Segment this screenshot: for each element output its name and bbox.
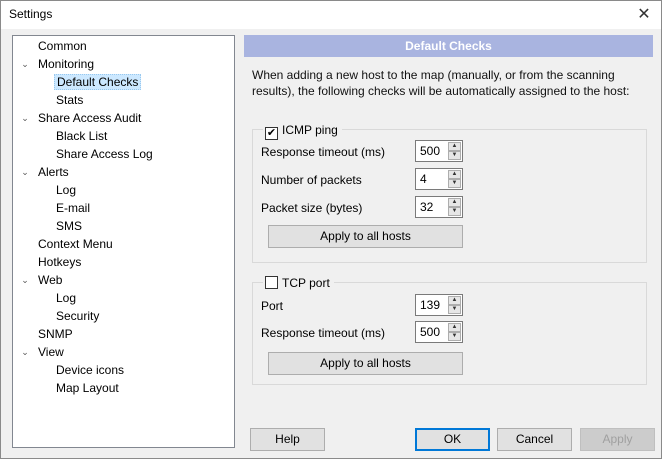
tree-item-label: Black List [56, 129, 108, 143]
icmp-checkbox[interactable]: ✔ [265, 127, 278, 140]
panel-title: Default Checks [244, 35, 653, 57]
tcp-apply-all-button[interactable]: Apply to all hosts [268, 352, 463, 375]
icmp-group: ✔ ICMP ping Response timeout (ms) 500 ▲ ▼… [252, 122, 647, 263]
tcp-response-timeout-label: Response timeout (ms) [261, 326, 386, 340]
chevron-down-icon[interactable]: ⌄ [19, 110, 31, 127]
icmp-packet-size-label: Packet size (bytes) [261, 201, 363, 215]
tree-item-label: View [38, 345, 64, 359]
close-icon[interactable]: ✕ [633, 4, 655, 26]
tree-item-label: Hotkeys [38, 255, 82, 269]
spin-up-icon[interactable]: ▲ [448, 198, 461, 207]
tree-item-black-list[interactable]: Black List [54, 128, 109, 145]
tree-item-map-layout[interactable]: Map Layout [54, 380, 121, 397]
tree-item-alerts-log[interactable]: Log [54, 182, 78, 199]
icmp-apply-all-button[interactable]: Apply to all hosts [268, 225, 463, 248]
title-bar: Settings ✕ [1, 1, 661, 29]
tree-item-label: Web [38, 273, 63, 287]
spin-down-icon[interactable]: ▼ [448, 207, 461, 216]
tree-item-label: Share Access Log [56, 147, 153, 161]
tree-item-sms[interactable]: SMS [54, 218, 84, 235]
tree-item-label: Log [56, 291, 77, 305]
window-title: Settings [9, 7, 53, 21]
spinner-arrows: ▲ ▼ [448, 170, 461, 188]
spin-up-icon[interactable]: ▲ [448, 170, 461, 179]
spin-down-icon[interactable]: ▼ [448, 151, 461, 160]
chevron-down-icon[interactable]: ⌄ [19, 344, 31, 361]
chevron-down-icon[interactable]: ⌄ [19, 56, 31, 73]
tree-item-view[interactable]: ⌄ View [21, 344, 66, 361]
tree-item-label: Security [56, 309, 100, 323]
tree-item-default-checks[interactable]: Default Checks [54, 74, 142, 91]
tree-item-label: Map Layout [56, 381, 119, 395]
icmp-packet-size-stepper[interactable]: 32 ▲ ▼ [415, 196, 463, 218]
spin-down-icon[interactable]: ▼ [448, 332, 461, 341]
spin-down-icon[interactable]: ▼ [448, 305, 461, 314]
spin-up-icon[interactable]: ▲ [448, 323, 461, 332]
tree-item-alerts[interactable]: ⌄ Alerts [21, 164, 71, 181]
tree-item-stats[interactable]: Stats [54, 92, 85, 109]
tree-item-label: Share Access Audit [38, 111, 142, 125]
tree-item-label: E-mail [56, 201, 91, 215]
help-button[interactable]: Help [250, 428, 325, 451]
icmp-packets-stepper[interactable]: 4 ▲ ▼ [415, 168, 463, 190]
tcp-label: TCP port [282, 276, 330, 290]
apply-button[interactable]: Apply [580, 428, 655, 451]
tree-item-label: SNMP [38, 327, 73, 341]
chevron-down-icon[interactable]: ⌄ [19, 164, 31, 181]
tree-item-email[interactable]: E-mail [54, 200, 92, 217]
spinner-arrows: ▲ ▼ [448, 323, 461, 341]
tcp-checkbox[interactable] [265, 276, 278, 289]
tree-item-label: Stats [56, 93, 84, 107]
tree-item-web[interactable]: ⌄ Web [21, 272, 64, 289]
chevron-down-icon[interactable]: ⌄ [19, 272, 31, 289]
settings-window: Settings ✕ Common ⌄ Monitoring Default C… [0, 0, 662, 459]
tree-item-share-access-log[interactable]: Share Access Log [54, 146, 155, 163]
tree-item-label: Monitoring [38, 57, 95, 71]
spinner-arrows: ▲ ▼ [448, 296, 461, 314]
icmp-packets-label: Number of packets [261, 173, 362, 187]
spin-up-icon[interactable]: ▲ [448, 296, 461, 305]
spinner-arrows: ▲ ▼ [448, 198, 461, 216]
icmp-response-timeout-label: Response timeout (ms) [261, 145, 386, 159]
tree-item-label: Context Menu [38, 237, 113, 251]
tree-item-label: Device icons [56, 363, 125, 377]
icmp-packet-size-value[interactable]: 32 [420, 200, 433, 214]
tree-item-label: Log [56, 183, 77, 197]
icmp-packets-value[interactable]: 4 [420, 172, 427, 186]
tree-item-snmp[interactable]: SNMP [36, 326, 75, 343]
panel-description: When adding a new host to the map (manua… [252, 68, 630, 98]
tree-item-web-log[interactable]: Log [54, 290, 78, 307]
cancel-button[interactable]: Cancel [497, 428, 572, 451]
spin-down-icon[interactable]: ▼ [448, 179, 461, 188]
tree-item-share-access-audit[interactable]: ⌄ Share Access Audit [21, 110, 143, 127]
tree-item-label: Alerts [38, 165, 69, 179]
tree-item-context-menu[interactable]: Context Menu [36, 236, 115, 253]
tcp-group: TCP port Port 139 ▲ ▼ Response timeout (… [252, 275, 647, 385]
tcp-response-timeout-value[interactable]: 500 [420, 325, 440, 339]
tree-item-label: Common [38, 39, 87, 53]
tree-item-monitoring[interactable]: ⌄ Monitoring [21, 56, 96, 73]
tcp-port-label: Port [261, 299, 284, 313]
icmp-checkbox-row[interactable]: ✔ ICMP ping [263, 122, 342, 140]
tree-item-label: SMS [56, 219, 83, 233]
settings-tree[interactable]: Common ⌄ Monitoring Default Checks Stats… [12, 35, 235, 448]
tree-item-security[interactable]: Security [54, 308, 101, 325]
tcp-port-value[interactable]: 139 [420, 298, 440, 312]
tree-item-hotkeys[interactable]: Hotkeys [36, 254, 83, 271]
tcp-checkbox-row[interactable]: TCP port [263, 275, 334, 291]
tcp-port-stepper[interactable]: 139 ▲ ▼ [415, 294, 463, 316]
icmp-label: ICMP ping [282, 123, 338, 137]
ok-button[interactable]: OK [415, 428, 490, 451]
spinner-arrows: ▲ ▼ [448, 142, 461, 160]
tcp-response-timeout-stepper[interactable]: 500 ▲ ▼ [415, 321, 463, 343]
icmp-response-timeout-stepper[interactable]: 500 ▲ ▼ [415, 140, 463, 162]
tree-item-device-icons[interactable]: Device icons [54, 362, 126, 379]
tree-item-common[interactable]: Common [36, 38, 89, 55]
spin-up-icon[interactable]: ▲ [448, 142, 461, 151]
tree-item-label: Default Checks [54, 74, 142, 90]
icmp-response-timeout-value[interactable]: 500 [420, 144, 440, 158]
